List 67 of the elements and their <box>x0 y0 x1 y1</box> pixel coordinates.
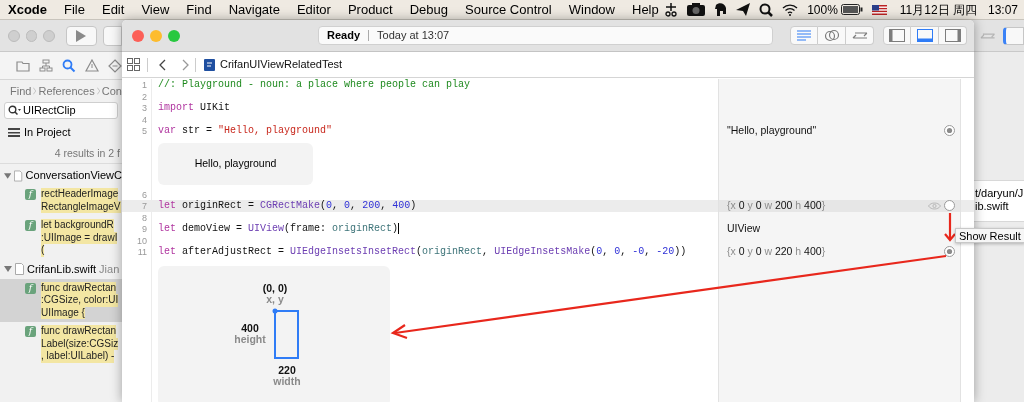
tooltip: Show Result <box>955 228 1024 243</box>
file-path: t/daryun/J <box>975 187 1024 200</box>
scope-selector[interactable]: In Project <box>24 123 71 141</box>
results-summary: 4 results in 2 f <box>54 145 120 161</box>
menu-item[interactable]: View <box>141 0 170 20</box>
menu-item[interactable]: File <box>64 0 85 20</box>
search-input[interactable]: UIRectClip <box>23 102 108 119</box>
line-number: 4 <box>142 114 147 125</box>
width-label: width <box>273 375 301 387</box>
breadcrumb[interactable]: Find <box>10 82 32 100</box>
menu-bar-date[interactable]: 11月12日 周四 <box>899 0 977 19</box>
result-value: {x 0 y 0 w 200 h 400} <box>727 197 826 213</box>
code-line[interactable]: let afterAdjustRect = UIEdgeInsetsInsetRect(originRect, UIEdgeInsetsMake(0, 0, -0, -20)) <box>158 246 687 258</box>
result-value: UIView <box>727 220 761 236</box>
menu-item[interactable]: Window <box>568 0 615 20</box>
breadcrumb[interactable]: Con <box>101 82 122 100</box>
search-result[interactable]: f let backgroundR :UIImage = drawI ( <box>0 216 122 260</box>
origin-value: (0, 0) <box>262 282 288 294</box>
menu-item[interactable]: Product <box>347 0 393 20</box>
line-number: 9 <box>142 224 147 234</box>
function-badge: f <box>25 282 36 294</box>
status-timestamp: Today at 13:07 <box>377 28 450 44</box>
code-line[interactable]: import UIKit <box>158 102 231 114</box>
search-result[interactable]: f func drawRectan :CGSize, color:UI UIImage { <box>0 278 122 322</box>
file-name[interactable]: CrifanLib.swift <box>27 262 97 276</box>
search-field[interactable]: UIRectClip <box>4 102 118 119</box>
line-number: 3 <box>142 103 147 113</box>
preview-text: Hello, playground <box>194 155 277 171</box>
function-badge: f <box>25 220 36 231</box>
result-value: "Hello, playground" <box>727 122 817 138</box>
file-path: ib.swift <box>975 200 1010 213</box>
menu-bar-clock[interactable]: 13:07 <box>987 0 1018 19</box>
app-menu[interactable]: Xcode <box>8 0 47 20</box>
line-number: 6 <box>142 189 147 200</box>
menu-item[interactable]: Source Control <box>465 0 552 20</box>
status-text: Ready <box>327 28 361 44</box>
search-result[interactable]: f rectHeaderImage RectangleImageV <box>0 185 122 216</box>
line-number: 2 <box>142 91 147 102</box>
height-label: height <box>234 333 266 345</box>
function-badge: f <box>25 326 36 337</box>
file-location: Jian <box>99 262 120 276</box>
line-number: 11 <box>137 247 147 257</box>
line-number: 1 <box>142 80 147 90</box>
code-line[interactable]: let originRect = CGRectMake(0, 0, 200, 400) <box>158 200 417 212</box>
jump-bar-file[interactable]: CrifanUIViewRelatedTest <box>220 56 343 73</box>
width-value: 220 <box>278 364 296 376</box>
result-value: {x 0 y 0 w 220 h 400} <box>727 243 826 259</box>
file-name[interactable]: ConversationViewC <box>25 169 122 182</box>
line-number: 10 <box>137 235 147 246</box>
height-value: 400 <box>241 322 259 334</box>
menu-item[interactable]: Find <box>186 0 212 20</box>
menu-item[interactable]: Navigate <box>228 0 280 20</box>
function-badge: f <box>25 189 36 200</box>
origin-label: x, y <box>266 293 284 305</box>
code-line[interactable]: //: Playground - noun: a place where people can play <box>158 79 471 91</box>
search-result[interactable]: f func drawRectan Label(size:CGSiz , label:UILabel) - <box>0 322 122 366</box>
menu-item[interactable]: Editor <box>296 0 331 20</box>
breadcrumb[interactable]: References <box>38 82 95 100</box>
menu-item[interactable]: Help <box>632 0 659 20</box>
code-line[interactable]: var str = "Hello, playground" <box>158 125 333 137</box>
menu-item[interactable]: Debug <box>409 0 449 20</box>
menu-item[interactable]: Edit <box>101 0 125 20</box>
line-number: 5 <box>142 126 147 136</box>
code-line[interactable]: let demoView = UIView(frame: originRect) <box>158 223 399 235</box>
line-number: 7 <box>142 201 147 211</box>
battery-percentage: 100% <box>807 1 838 19</box>
line-number: 8 <box>142 212 147 223</box>
